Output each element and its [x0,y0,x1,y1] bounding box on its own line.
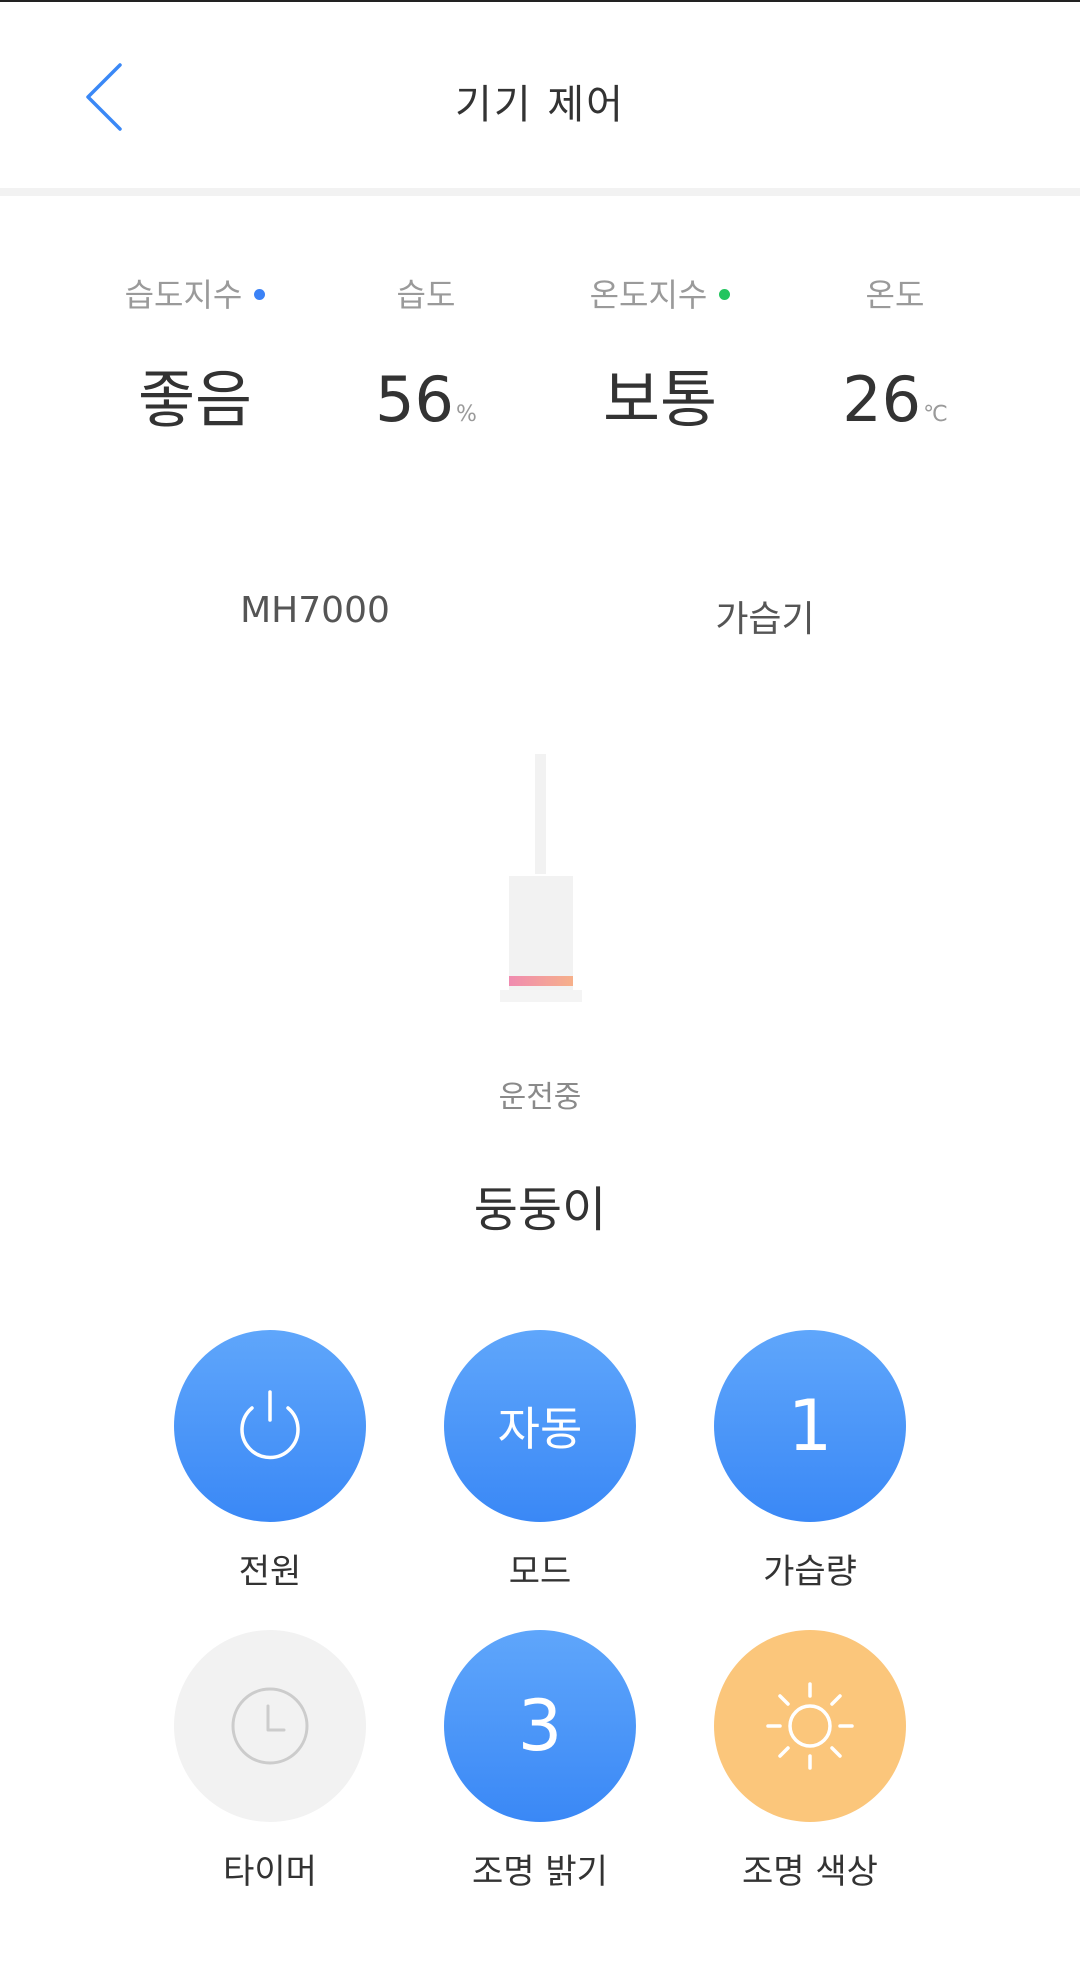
device-model: MH7000 [240,590,390,631]
stat-value: 26 [842,363,922,436]
humidification-level-value: 1 [787,1385,833,1467]
status-dot [719,288,731,300]
control-timer: 타이머 [170,1630,370,1893]
control-light-color: 조명 색상 [710,1630,910,1893]
stat-label: 온도 [865,276,925,314]
status-dot [254,288,266,300]
device-status: 운전중 [498,1080,582,1115]
light-brightness-value: 3 [517,1685,563,1767]
stat-label: 습도 [396,276,456,314]
device-stem [535,754,546,874]
header-divider [0,188,1080,196]
stat-temperature-index: 온도지수 보통 [540,270,780,440]
control-light-brightness: 3 조명 밝기 [440,1630,640,1893]
stat-value: 보통 [602,363,718,436]
control-label: 가습량 [763,1552,857,1592]
control-power: 전원 [170,1330,370,1593]
light-brightness-button[interactable]: 3 [444,1630,636,1822]
stat-value: 좋음 [137,363,253,436]
stat-humidity-index: 습도지수 좋음 [75,270,315,440]
page-title: 기기 제어 [455,82,625,128]
stat-unit: ℃ [923,402,948,427]
stat-value: 56 [375,363,454,436]
control-label: 모드 [508,1552,572,1592]
mode-value: 자동 [497,1402,583,1456]
control-mode: 자동 모드 [440,1330,640,1593]
sun-icon [766,1682,854,1770]
control-label: 타이머 [223,1852,317,1892]
stat-label: 습도지수 [124,276,243,314]
stat-unit: % [456,402,477,427]
mode-button[interactable]: 자동 [444,1330,636,1522]
control-label: 조명 밝기 [472,1852,608,1892]
stat-humidity: 습도 56% [306,270,546,440]
stat-label: 온도지수 [589,276,708,314]
power-icon [240,1390,300,1460]
humidifier-illustration [495,754,585,1004]
device-name: 둥둥이 [473,1182,607,1238]
device-type: 가습기 [715,599,815,640]
control-label: 전원 [238,1552,302,1592]
device-light-strip [509,976,573,986]
control-label: 조명 색상 [742,1852,878,1892]
light-color-button[interactable] [714,1630,906,1822]
timer-button[interactable] [174,1630,366,1822]
control-humidification-level: 1 가습량 [710,1330,910,1593]
device-base [500,990,582,1002]
header: 기기 제어 [0,2,1080,188]
stat-temperature: 온도 26℃ [775,270,1015,440]
humidification-level-button[interactable]: 1 [714,1330,906,1522]
power-button[interactable] [174,1330,366,1522]
clock-icon [231,1687,309,1765]
